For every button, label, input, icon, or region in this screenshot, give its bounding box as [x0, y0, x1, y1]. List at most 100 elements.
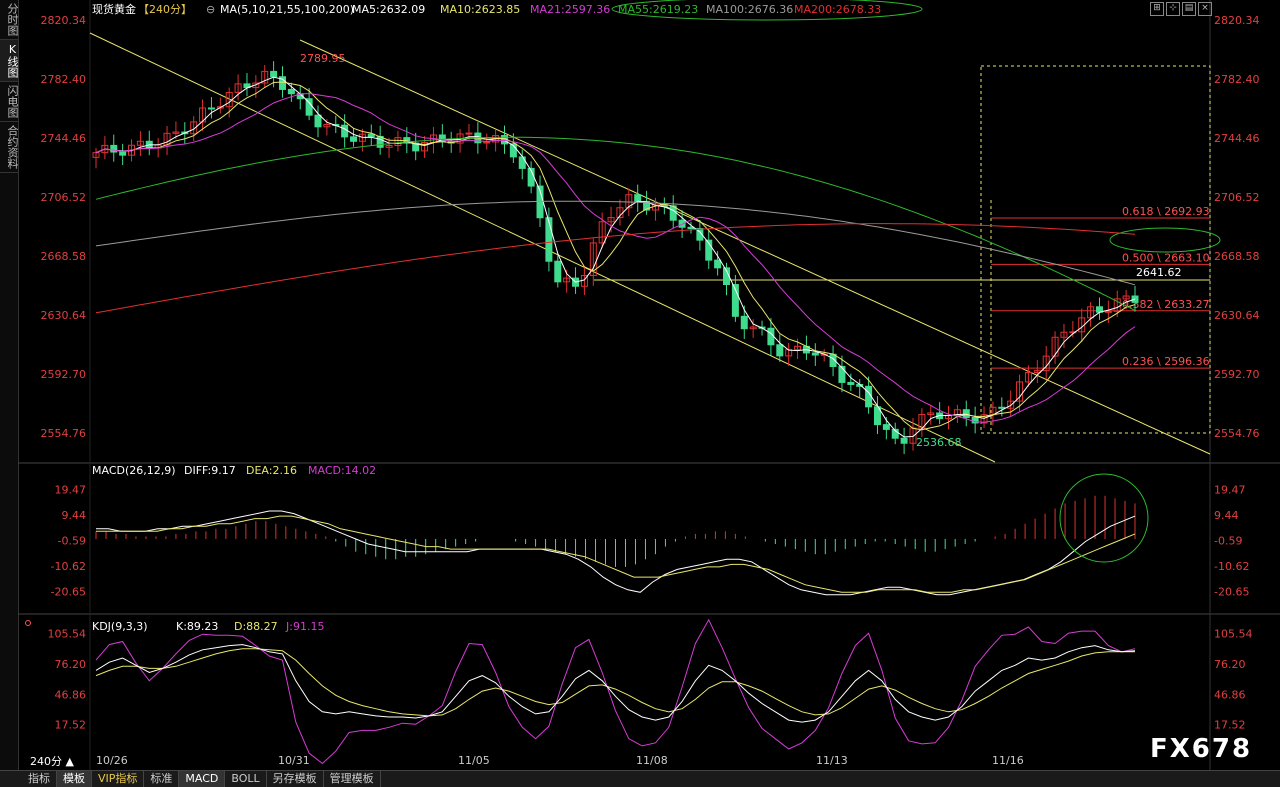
- ma5-line: [95, 76, 1136, 438]
- chart-toolbar: ⊞ ⊹ ▤ ×: [1150, 2, 1212, 16]
- macd-tick-left: -20.65: [51, 585, 86, 598]
- kdj-tick-right: 76.20: [1214, 658, 1246, 671]
- bottombar-spacer: [0, 771, 22, 787]
- x-tick-label: 11/08: [636, 754, 668, 767]
- candle-body: [314, 114, 322, 128]
- header-ma10: MA10:2623.85: [440, 3, 520, 16]
- fib-label: 0.236 \ 2596.36: [1122, 355, 1210, 368]
- macd-tick-left: 19.47: [55, 484, 87, 497]
- period-indicator[interactable]: 240分 ▲: [30, 753, 74, 769]
- kdj-tick-left: 76.20: [55, 658, 87, 671]
- bottom-tab-vip指标[interactable]: VIP指标: [92, 771, 145, 787]
- header-symbol: 现货黄金: [92, 2, 136, 16]
- price-tick-left: 2592.70: [41, 368, 87, 381]
- bottom-tab-标准[interactable]: 标准: [144, 771, 180, 787]
- price-tick-right: 2592.70: [1214, 368, 1260, 381]
- kdj-d-line: [95, 648, 1135, 717]
- bottom-tab-指标[interactable]: 指标: [22, 771, 57, 787]
- price-tick-left: 2782.40: [41, 73, 87, 86]
- kdj-settings-icon[interactable]: [25, 620, 31, 626]
- candle-body: [270, 70, 278, 78]
- trendline-upper: [299, 39, 1211, 455]
- candle-body: [483, 141, 491, 144]
- fib-label: 0.500 \ 2663.10: [1122, 251, 1210, 264]
- price-tick-right: 2630.64: [1214, 309, 1260, 322]
- candle-body: [287, 88, 295, 95]
- candle-body: [962, 409, 970, 419]
- kdj-header-k: K:89.23: [176, 620, 218, 633]
- candle-body: [900, 437, 908, 444]
- candle-body: [882, 424, 890, 430]
- fib-label: 0.618 \ 2692.93: [1122, 205, 1210, 218]
- chart-canvas[interactable]: 2820.34 2820.34 2782.40 2782.40 2744.46 2744.…: [0, 0, 1280, 770]
- kdj-header-j: J:91.15: [285, 620, 324, 633]
- macd-tick-left: -0.59: [58, 534, 86, 547]
- candle-body: [119, 151, 127, 156]
- price-tick-left: 2630.64: [41, 309, 87, 322]
- candle-body: [998, 406, 1006, 409]
- candle-body: [714, 259, 722, 269]
- ma200-line: [95, 223, 1136, 314]
- header-ma5: MA5:2632.09: [352, 3, 425, 16]
- highlight-ellipse-fib: [1109, 227, 1221, 253]
- kdj-tick-right: 105.54: [1214, 628, 1253, 641]
- x-tick-label: 11/16: [992, 754, 1024, 767]
- macd-header-macd: MACD:14.02: [308, 464, 376, 477]
- candle-body: [465, 132, 473, 135]
- kdj-header-label: KDJ(9,3,3): [92, 620, 148, 633]
- kdj-tick-right: 46.86: [1214, 688, 1246, 701]
- macd-header-diff: DIFF:9.17: [184, 464, 236, 477]
- ma21-line: [95, 92, 1136, 423]
- price-tick-left: 2554.76: [41, 427, 87, 440]
- candle-body: [740, 315, 748, 330]
- bottom-tab-boll[interactable]: BOLL: [225, 771, 267, 787]
- header-ma100: MA100:2676.36: [706, 3, 793, 16]
- candle-body: [207, 107, 215, 110]
- fib-box: [980, 65, 1211, 434]
- bottom-tab-管理模板[interactable]: 管理模板: [324, 771, 381, 787]
- macd-tick-right: -20.65: [1214, 585, 1249, 598]
- header-period: 【240分】: [138, 3, 192, 16]
- header-ma_label: MA(5,10,21,55,100,200): [220, 3, 354, 16]
- header-ma200: MA200:2678.33: [794, 3, 881, 16]
- bottom-tab-模板[interactable]: 模板: [57, 771, 92, 787]
- candle-body: [847, 381, 855, 385]
- x-tick-label: 11/13: [816, 754, 848, 767]
- close-icon[interactable]: ×: [1198, 2, 1212, 16]
- kdj-j-line: [95, 618, 1136, 765]
- price-tick-right: 2782.40: [1214, 73, 1260, 86]
- price-tick-left: 2744.46: [41, 132, 87, 145]
- price-tick-left: 2668.58: [41, 250, 87, 263]
- bottom-tab-macd[interactable]: MACD: [179, 771, 226, 787]
- x-tick-label: 10/31: [278, 754, 310, 767]
- grid-icon[interactable]: ⊞: [1150, 2, 1164, 16]
- kdj-tick-left: 17.52: [55, 719, 87, 732]
- kdj-tick-left: 46.86: [55, 688, 87, 701]
- macd-tick-right: 9.44: [1214, 509, 1239, 522]
- annotation-low: 2536.68: [916, 436, 962, 449]
- candle-body: [811, 352, 819, 356]
- price-tick-right: 2820.34: [1214, 14, 1260, 27]
- layout-icon[interactable]: ▤: [1182, 2, 1196, 16]
- crosshair-icon[interactable]: ⊹: [1166, 2, 1180, 16]
- candle-body: [518, 156, 526, 169]
- macd-header-dea: DEA:2.16: [246, 464, 297, 477]
- bottom-tab-另存模板[interactable]: 另存模板: [267, 771, 324, 787]
- macd-tick-right: 19.47: [1214, 484, 1246, 497]
- price-tick-right: 2706.52: [1214, 191, 1260, 204]
- kdj-header-d: D:88.27: [234, 620, 278, 633]
- kdj-tick-left: 105.54: [48, 628, 87, 641]
- macd-tick-left: 9.44: [62, 509, 87, 522]
- candle-body: [110, 144, 118, 153]
- header-ma21: MA21:2597.36: [530, 3, 610, 16]
- price-tick-right: 2554.76: [1214, 427, 1260, 440]
- x-tick-label: 11/05: [458, 754, 490, 767]
- candle-body: [767, 327, 775, 346]
- toggle-icon: ⊖: [206, 3, 215, 16]
- price-tick-left: 2706.52: [41, 191, 87, 204]
- price-tick-right: 2744.46: [1214, 132, 1260, 145]
- price-tick-left: 2820.34: [41, 14, 87, 27]
- candle-body: [554, 260, 562, 283]
- candle-body: [545, 217, 553, 262]
- ma100-line: [95, 200, 1136, 286]
